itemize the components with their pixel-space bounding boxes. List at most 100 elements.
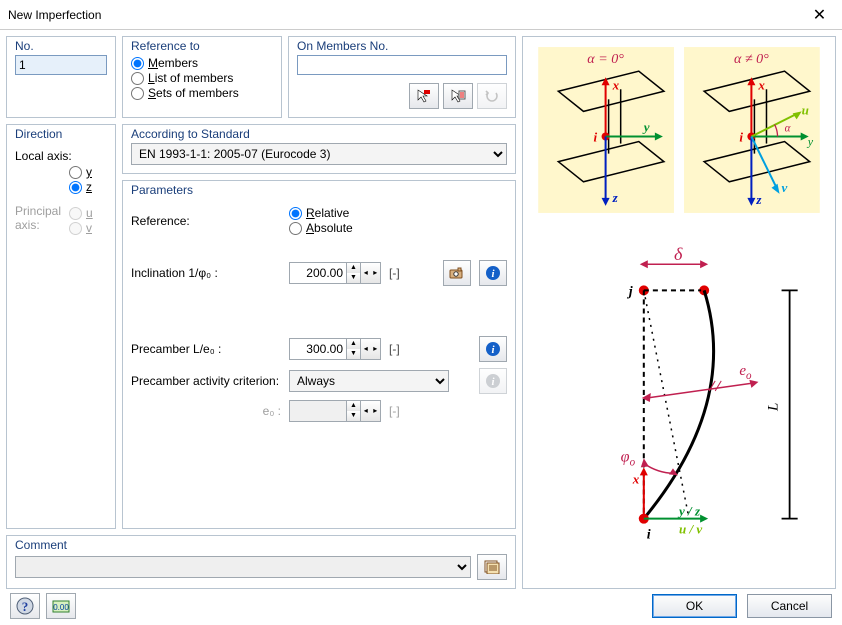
label-axis-z: z xyxy=(86,180,92,194)
standard-combo[interactable]: EN 1993-1-1: 2005-07 (Eurocode 3) xyxy=(131,143,507,165)
spin-down-icon: ▼ xyxy=(347,411,360,421)
right-stack: According to Standard EN 1993-1-1: 2005-… xyxy=(122,124,516,529)
spin-down-icon[interactable]: ▼ xyxy=(347,349,360,359)
label-members: Members xyxy=(148,56,198,70)
svg-text:z: z xyxy=(612,190,619,205)
pick-member-button[interactable] xyxy=(409,83,439,109)
footer: ? 0.00 OK Cancel xyxy=(0,595,842,625)
camera-icon xyxy=(449,266,465,280)
svg-text:eo: eo xyxy=(739,363,752,382)
radio-axis-u xyxy=(69,207,82,220)
ok-button[interactable]: OK xyxy=(652,594,737,618)
svg-text:v: v xyxy=(782,180,788,195)
svg-text:z: z xyxy=(755,192,762,207)
radio-absolute[interactable] xyxy=(289,222,302,235)
no-input[interactable] xyxy=(15,55,107,75)
group-title-direction: Direction xyxy=(13,127,64,141)
label-axis-u: u xyxy=(86,206,93,220)
svg-text:?: ? xyxy=(22,599,29,614)
spin-left-icon[interactable]: ◂ xyxy=(361,339,371,359)
radio-list-of-members[interactable] xyxy=(131,72,144,85)
radio-axis-y[interactable] xyxy=(69,166,82,179)
info-icon: i xyxy=(485,341,501,357)
label-axis-v: v xyxy=(86,221,92,235)
e0-input xyxy=(290,401,346,421)
precamber-input[interactable] xyxy=(290,339,346,359)
pick-list-button[interactable] xyxy=(443,83,473,109)
e0-unit: [-] xyxy=(389,404,407,418)
activity-info-button: i xyxy=(479,368,507,394)
content: No. Reference to Members List of members… xyxy=(0,30,842,595)
group-title-comment: Comment xyxy=(13,538,69,552)
group-title-reference: Reference to xyxy=(129,39,202,53)
window-title: New Imperfection xyxy=(8,8,101,22)
svg-text:x: x xyxy=(612,77,620,92)
inclination-info-button[interactable]: i xyxy=(479,260,507,286)
label-absolute: Absolute xyxy=(306,221,353,235)
comment-list-icon xyxy=(484,560,500,574)
group-comment: Comment xyxy=(6,535,516,589)
radio-axis-z[interactable] xyxy=(69,181,82,194)
label-list-of-members: List of members xyxy=(148,71,233,85)
spin-left-icon[interactable]: ◂ xyxy=(361,263,371,283)
svg-text:y: y xyxy=(807,135,814,149)
svg-text:i: i xyxy=(647,527,651,543)
units-button[interactable]: 0.00 xyxy=(46,593,76,619)
inclination-unit: [-] xyxy=(389,266,407,280)
top-row: No. Reference to Members List of members… xyxy=(6,36,516,118)
activity-combo[interactable]: Always xyxy=(289,370,449,392)
inclination-spinner[interactable]: ▲▼ ◂▸ xyxy=(289,262,381,284)
help-icon: ? xyxy=(16,597,34,615)
comment-combo[interactable] xyxy=(15,556,471,578)
group-direction: Direction Local axis: y z Principalaxis: xyxy=(6,124,116,529)
spin-down-icon[interactable]: ▼ xyxy=(347,273,360,283)
pick-arrow-icon xyxy=(416,88,432,104)
label-relative: Relative xyxy=(306,206,349,220)
info-icon: i xyxy=(485,265,501,281)
preview-panel: α = 0° α ≠ 0° i x y z xyxy=(522,36,836,589)
alpha-eq-0: α = 0° xyxy=(587,51,624,67)
group-title-parameters: Parameters xyxy=(129,183,195,197)
spin-up-icon[interactable]: ▲ xyxy=(347,339,360,349)
e0-label: e₀ : xyxy=(131,404,281,418)
reference-label: Reference: xyxy=(131,214,281,228)
svg-text:x: x xyxy=(632,471,640,486)
label-sets-of-members: Sets of members xyxy=(148,86,239,100)
group-reference-to: Reference to Members List of members Set… xyxy=(122,36,282,118)
spin-right-icon[interactable]: ▸ xyxy=(371,339,381,359)
svg-text:u / v: u / v xyxy=(679,522,702,537)
label-axis-y: y xyxy=(86,165,92,179)
cancel-button[interactable]: Cancel xyxy=(747,594,832,618)
group-standard: According to Standard EN 1993-1-1: 2005-… xyxy=(122,124,516,174)
middle-row: Direction Local axis: y z Principalaxis: xyxy=(6,124,516,529)
svg-text:0.00: 0.00 xyxy=(53,603,69,612)
svg-text:i: i xyxy=(594,130,598,145)
svg-text:φo: φo xyxy=(621,448,636,468)
spin-left-icon: ◂ xyxy=(361,401,371,421)
activity-label: Precamber activity criterion: xyxy=(131,374,281,388)
group-no: No. xyxy=(6,36,116,118)
spin-up-icon[interactable]: ▲ xyxy=(347,263,360,273)
on-members-input[interactable] xyxy=(297,55,507,75)
group-on-members: On Members No. xyxy=(288,36,516,118)
inclination-input[interactable] xyxy=(290,263,346,283)
close-button[interactable]: ✕ xyxy=(797,0,842,30)
precamber-info-button[interactable]: i xyxy=(479,336,507,362)
svg-text:L: L xyxy=(766,403,782,412)
inclination-pick-button[interactable] xyxy=(443,260,471,286)
comment-edit-button[interactable] xyxy=(477,554,507,580)
help-button[interactable]: ? xyxy=(10,593,40,619)
precamber-spinner[interactable]: ▲▼ ◂▸ xyxy=(289,338,381,360)
precamber-unit: [-] xyxy=(389,342,407,356)
units-icon: 0.00 xyxy=(52,598,70,614)
svg-text:y: y xyxy=(642,119,650,134)
spin-right-icon[interactable]: ▸ xyxy=(371,263,381,283)
pick-list-icon xyxy=(450,88,466,104)
radio-sets-of-members[interactable] xyxy=(131,87,144,100)
alpha-neq-0: α ≠ 0° xyxy=(734,51,769,67)
group-title-no: No. xyxy=(13,39,36,53)
svg-text:u: u xyxy=(802,102,809,117)
radio-relative[interactable] xyxy=(289,207,302,220)
svg-text:α: α xyxy=(785,123,791,135)
radio-members[interactable] xyxy=(131,57,144,70)
